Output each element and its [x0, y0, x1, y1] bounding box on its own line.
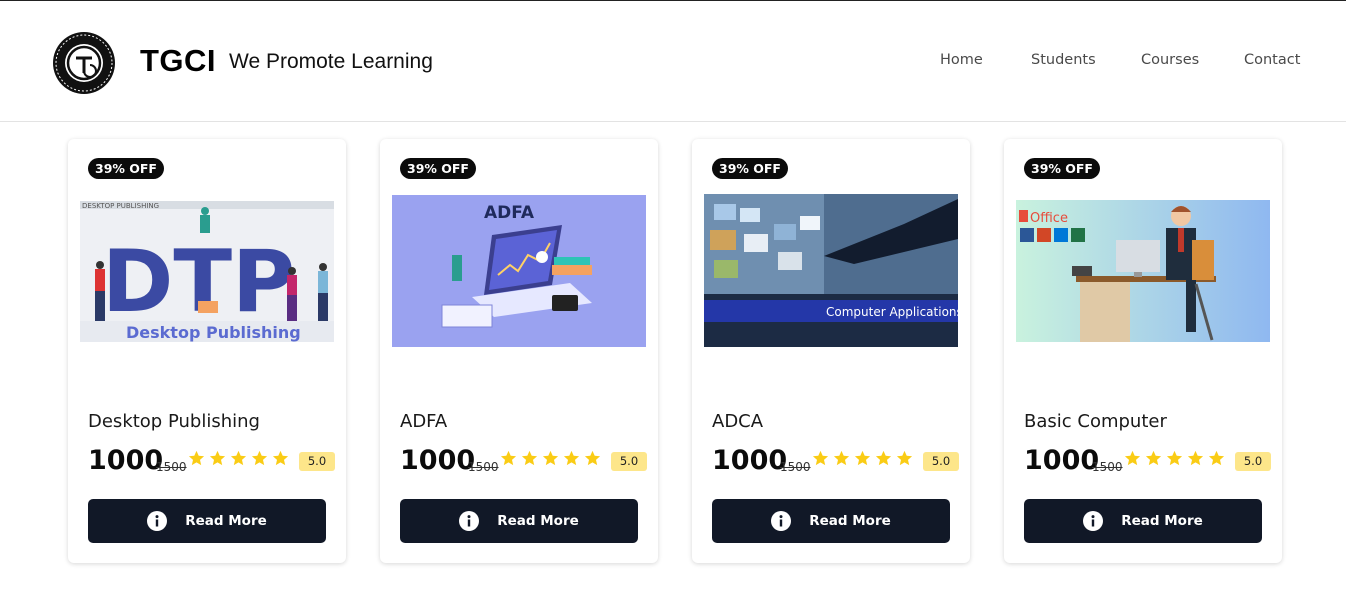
- star-icon: [188, 450, 205, 466]
- star-icon: [563, 450, 580, 466]
- rating-badge: 5.0: [1235, 452, 1271, 471]
- site-header: TGCI We Promote Learning Home Students C…: [0, 1, 1346, 122]
- star-icon: [584, 450, 601, 466]
- course-title: Desktop Publishing: [88, 411, 260, 432]
- nav-courses[interactable]: Courses: [1141, 52, 1199, 68]
- course-price: 1000: [1024, 445, 1100, 476]
- course-card: 39% OFF ADFA ADFA 1000 1500 5.0 Read Mor…: [380, 139, 658, 563]
- discount-badge: 39% OFF: [712, 158, 788, 179]
- course-old-price: 1500: [468, 460, 499, 474]
- read-more-label: Read More: [1121, 513, 1203, 529]
- star-rating: [812, 450, 913, 467]
- course-title: ADCA: [712, 411, 764, 432]
- brand-tagline: We Promote Learning: [229, 50, 433, 73]
- star-icon: [1145, 450, 1162, 466]
- course-image-adfa: ADFA: [392, 195, 646, 347]
- star-icon: [875, 450, 892, 466]
- image-label-adfa: ADFA: [484, 203, 535, 223]
- star-icon: [1187, 450, 1204, 466]
- star-rating: [500, 450, 601, 467]
- info-icon: [147, 511, 168, 531]
- star-icon: [500, 450, 517, 466]
- course-old-price: 1500: [780, 460, 811, 474]
- course-title: Basic Computer: [1024, 411, 1167, 432]
- discount-badge: 39% OFF: [88, 158, 164, 179]
- star-icon: [542, 450, 559, 466]
- course-old-price: 1500: [1092, 460, 1123, 474]
- course-card: 39% OFF DESKTOP PUBLISHING DTP Desktop P…: [68, 139, 346, 563]
- course-image-dtp: DESKTOP PUBLISHING DTP Desktop Publishin…: [80, 201, 334, 342]
- course-image-basic-computer: Office: [1016, 200, 1270, 342]
- read-more-button[interactable]: Read More: [1024, 499, 1262, 543]
- star-icon: [812, 450, 829, 466]
- star-icon: [833, 450, 850, 466]
- course-card: 39% OFF Computer Applications ADCA 1000 …: [692, 139, 970, 563]
- image-label-small: DESKTOP PUBLISHING: [82, 202, 159, 210]
- image-label-office: Office: [1030, 211, 1068, 226]
- discount-badge: 39% OFF: [1024, 158, 1100, 179]
- image-label-dtp: DTP: [102, 232, 295, 332]
- course-price: 1000: [88, 445, 164, 476]
- info-icon: [771, 511, 792, 531]
- course-price: 1000: [712, 445, 788, 476]
- star-icon: [1208, 450, 1225, 466]
- course-image-adca: Computer Applications: [704, 194, 958, 347]
- course-price: 1000: [400, 445, 476, 476]
- tgci-logo-icon[interactable]: [52, 31, 116, 95]
- star-icon: [209, 450, 226, 466]
- course-card: 39% OFF Office Basic Computer 1000 1500 …: [1004, 139, 1282, 563]
- rating-badge: 5.0: [611, 452, 647, 471]
- nav-home[interactable]: Home: [940, 52, 983, 68]
- read-more-label: Read More: [809, 513, 891, 529]
- nav-students[interactable]: Students: [1031, 52, 1096, 68]
- read-more-label: Read More: [185, 513, 267, 529]
- star-icon: [521, 450, 538, 466]
- read-more-button[interactable]: Read More: [400, 499, 638, 543]
- image-label-caption: Desktop Publishing: [126, 323, 301, 342]
- discount-badge: 39% OFF: [400, 158, 476, 179]
- star-icon: [230, 450, 247, 466]
- star-icon: [1166, 450, 1183, 466]
- star-rating: [188, 450, 289, 467]
- star-icon: [896, 450, 913, 466]
- image-label-computer-applications: Computer Applications: [826, 305, 958, 319]
- star-icon: [854, 450, 871, 466]
- course-old-price: 1500: [156, 460, 187, 474]
- read-more-label: Read More: [497, 513, 579, 529]
- info-icon: [459, 511, 480, 531]
- course-title: ADFA: [400, 411, 448, 432]
- brand-name[interactable]: TGCI: [140, 43, 216, 79]
- star-icon: [272, 450, 289, 466]
- rating-badge: 5.0: [923, 452, 959, 471]
- star-rating: [1124, 450, 1225, 467]
- read-more-button[interactable]: Read More: [712, 499, 950, 543]
- star-icon: [1124, 450, 1141, 466]
- rating-badge: 5.0: [299, 452, 335, 471]
- info-icon: [1083, 511, 1104, 531]
- read-more-button[interactable]: Read More: [88, 499, 326, 543]
- star-icon: [251, 450, 268, 466]
- nav-contact[interactable]: Contact: [1244, 52, 1300, 68]
